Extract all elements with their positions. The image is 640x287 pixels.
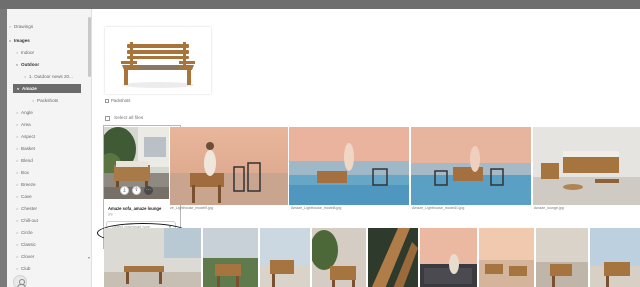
tree-item-aspect[interactable]: > Aspect (16, 132, 35, 141)
woman-lounge-sunset-photo (170, 127, 288, 205)
tree-item-breeze[interactable]: > Breeze (16, 180, 36, 189)
tree-item-images[interactable]: v Images (9, 36, 30, 45)
file-thumbnail[interactable] (590, 228, 640, 287)
file-thumbnail[interactable] (312, 228, 366, 287)
app-rail (0, 9, 7, 287)
file-thumbnail[interactable] (289, 127, 409, 205)
woman-sofa-sunset-photo (420, 228, 477, 287)
file-caption: ze_Lighthouse_model9.jpg (170, 206, 213, 210)
checkbox-icon (105, 98, 109, 103)
woman-pool-sunset-photo (289, 127, 409, 205)
chair-seaside-photo (590, 228, 640, 287)
file-thumbnail[interactable] (260, 228, 310, 287)
sidebar-scrollbar[interactable] (88, 17, 91, 77)
tree-item-indoor[interactable]: > Indoor (16, 48, 34, 57)
file-browser: Packshots Select all files ⤓ ⇪ ⋯ Amaze s… (93, 9, 640, 287)
file-caption: Amaze_Lighthouse_model8.jpg (291, 206, 342, 210)
tree-item-club[interactable]: > Club (16, 264, 30, 273)
chair-detail-photo (368, 228, 418, 287)
chair-coast-photo (203, 228, 258, 287)
scroll-down-arrow-icon[interactable]: ▾ (88, 256, 91, 260)
chair-sea-photo (260, 228, 310, 287)
tree-item-box[interactable]: > Box (16, 168, 29, 177)
tree-item-clover[interactable]: > Clover (16, 252, 34, 261)
tree-item-drawings[interactable]: > Drawings (9, 22, 33, 31)
tree-item-blend[interactable]: > Blend (16, 156, 33, 165)
collection-label: Packshots (111, 98, 131, 103)
tree-item-outdoor-news[interactable]: >1. Outdoor news 20... (24, 72, 73, 81)
share-icon[interactable]: ⇪ (132, 186, 141, 195)
file-hover-actions: ⤓ ⇪ ⋯ (120, 186, 153, 195)
chairs-terrace-photo (536, 228, 588, 287)
file-thumbnail[interactable] (170, 127, 288, 205)
tree-item-classic[interactable]: > Classic (16, 240, 36, 249)
collection-card-packshots[interactable] (105, 27, 211, 94)
file-thumbnail[interactable] (479, 228, 534, 287)
tree-item-cave[interactable]: > Cave (16, 192, 32, 201)
user-avatar-icon[interactable] (13, 275, 27, 287)
folder-tree-sidebar: > Drawings v Images > Indoor v Outdoor >1. O… (7, 9, 92, 287)
tree-item-amaze[interactable]: v Amaze (13, 84, 81, 93)
file-thumbnail[interactable] (533, 127, 640, 205)
select-all-files[interactable]: Select all files (105, 116, 143, 121)
more-icon[interactable]: ⋯ (144, 186, 153, 195)
bench-packshot-image (105, 27, 211, 94)
file-title: Amaze sofa_amaze lounge (108, 206, 162, 211)
file-thumbnail[interactable] (104, 228, 201, 287)
file-thumbnail[interactable] (411, 127, 531, 205)
collection-checkbox[interactable]: Packshots (105, 98, 130, 103)
tree-item-angle[interactable]: > Angle (16, 108, 33, 117)
file-thumbnail[interactable] (420, 228, 477, 287)
woman-pool-lanterns-photo (411, 127, 531, 205)
select-all-label: Select all files (114, 116, 144, 121)
lounge-set-photo (533, 127, 640, 205)
file-type: jpg (108, 212, 113, 216)
download-icon[interactable]: ⤓ (120, 186, 129, 195)
terrace-dining-photo (104, 228, 201, 287)
file-thumbnail[interactable] (203, 228, 258, 287)
tree-item-basket[interactable]: > Basket (16, 144, 35, 153)
file-caption: Amaze_Lighthouse_model10.jpg (412, 206, 465, 210)
tree-item-circle[interactable]: > Circle (16, 228, 33, 237)
file-thumbnail[interactable] (536, 228, 588, 287)
chairs-beach-photo (479, 228, 534, 287)
tree-item-outdoor[interactable]: v Outdoor (16, 60, 39, 69)
window-top-bar (0, 0, 640, 9)
tree-item-chester[interactable]: > Chester (16, 204, 37, 213)
file-caption: Amaze_lounge.jpg (534, 206, 564, 210)
checkbox-icon (105, 116, 110, 121)
tree-item-chill-out[interactable]: > Chill-out (16, 216, 38, 225)
chair-garden-photo (312, 228, 366, 287)
tree-item-area[interactable]: > Area (16, 120, 31, 129)
file-thumbnail[interactable] (368, 228, 418, 287)
tree-item-packshots[interactable]: > Packshots (32, 96, 58, 105)
